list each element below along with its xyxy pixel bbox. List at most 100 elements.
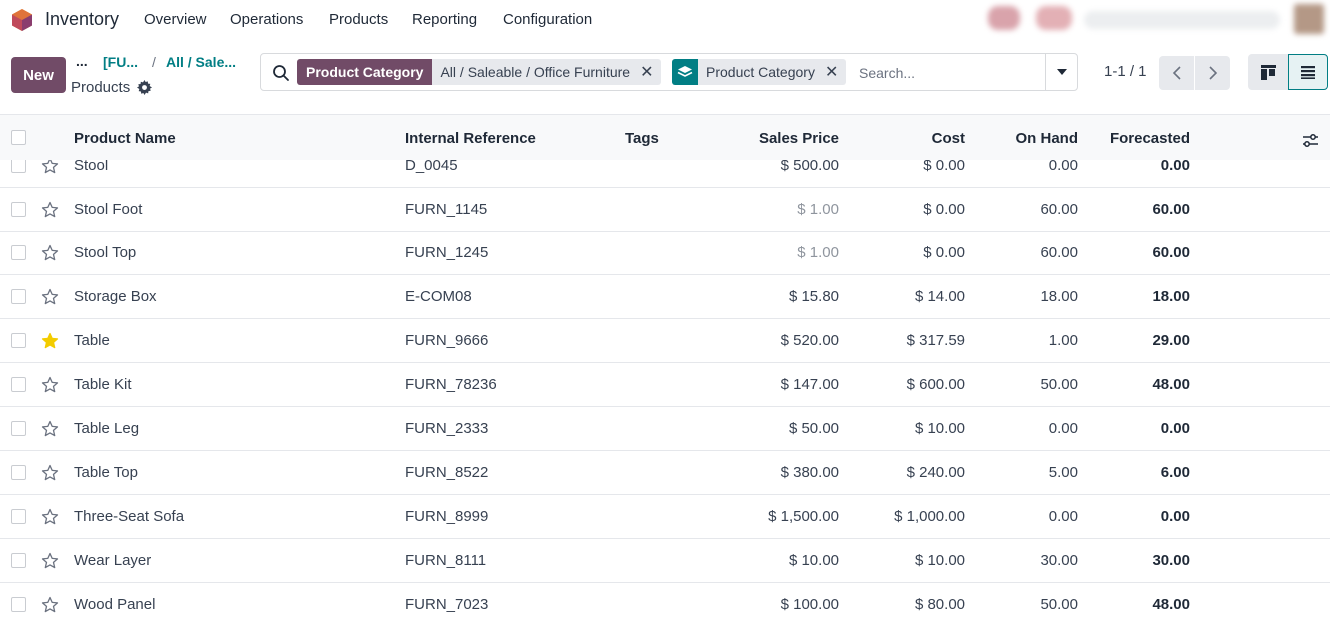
cell-sales-price: $ 1,500.00 xyxy=(768,508,839,525)
gear-icon[interactable] xyxy=(137,80,152,95)
table-row[interactable]: Stool Foot FURN_1145 $ 1.00 $ 0.00 60.00 60.0… xyxy=(0,188,1330,232)
search-input[interactable] xyxy=(859,62,1039,84)
table-row[interactable]: Table Top FURN_8522 $ 380.00 $ 240.00 5.00 6.… xyxy=(0,451,1330,495)
cell-sales-price: $ 1.00 xyxy=(797,244,839,261)
search-icon[interactable] xyxy=(272,64,290,82)
table-row[interactable]: Table Kit FURN_78236 $ 147.00 $ 600.00 50.00… xyxy=(0,363,1330,407)
star-icon[interactable] xyxy=(41,420,59,438)
remove-facet-icon[interactable]: ✕ xyxy=(825,62,838,82)
table-row[interactable]: Table FURN_9666 $ 520.00 $ 317.59 1.00 29.00 xyxy=(0,319,1330,363)
row-checkbox[interactable] xyxy=(11,597,26,612)
cell-product-name: Table Top xyxy=(74,464,138,481)
row-checkbox[interactable] xyxy=(11,245,26,260)
row-checkbox[interactable] xyxy=(11,202,26,217)
table-row[interactable]: Storage Box E-COM08 $ 15.80 $ 14.00 18.00 18.… xyxy=(0,275,1330,319)
breadcrumb-link-2[interactable]: All / Sale... xyxy=(166,54,236,70)
search-bar: Product Category All / Saleable / Office… xyxy=(260,53,1078,91)
inventory-app-icon[interactable] xyxy=(11,8,33,32)
app-name[interactable]: Inventory xyxy=(45,9,119,30)
chevron-left-icon xyxy=(1172,66,1181,80)
star-icon[interactable] xyxy=(41,201,59,219)
cell-product-name: Wood Panel xyxy=(74,596,156,613)
breadcrumb-dots[interactable]: ... xyxy=(76,53,88,69)
user-avatar[interactable] xyxy=(1294,4,1324,34)
pager-previous-button[interactable] xyxy=(1159,56,1194,90)
company-switcher[interactable] xyxy=(1084,11,1280,29)
cell-cost: $ 0.00 xyxy=(923,201,965,218)
column-on-hand[interactable]: On Hand xyxy=(1016,130,1079,147)
column-forecasted[interactable]: Forecasted xyxy=(1110,130,1190,147)
facet-value-text: All / Saleable / Office Furniture xyxy=(440,64,631,80)
cell-on-hand: 0.00 xyxy=(1048,420,1078,437)
list-view-button[interactable] xyxy=(1288,54,1328,90)
remove-facet-icon[interactable]: ✕ xyxy=(640,62,653,82)
cell-product-name: Storage Box xyxy=(74,288,157,305)
messages-icon[interactable] xyxy=(988,6,1020,30)
row-checkbox[interactable] xyxy=(11,509,26,524)
cell-sales-price: $ 1.00 xyxy=(797,201,839,218)
column-internal-reference[interactable]: Internal Reference xyxy=(405,130,536,147)
cell-forecasted: 48.00 xyxy=(1152,376,1190,393)
menu-reporting[interactable]: Reporting xyxy=(412,11,477,28)
new-button[interactable]: New xyxy=(11,57,66,93)
optional-columns-icon[interactable] xyxy=(1302,133,1319,148)
row-checkbox[interactable] xyxy=(11,377,26,392)
column-sales-price[interactable]: Sales Price xyxy=(759,130,839,147)
star-icon[interactable] xyxy=(41,160,59,175)
star-icon[interactable] xyxy=(41,596,59,614)
menu-operations[interactable]: Operations xyxy=(230,11,303,28)
table-row[interactable]: Wear Layer FURN_8111 $ 10.00 $ 10.00 30.00 30… xyxy=(0,539,1330,583)
cell-internal-reference: E-COM08 xyxy=(405,288,472,305)
activity-icon[interactable] xyxy=(1036,6,1072,30)
column-cost[interactable]: Cost xyxy=(932,130,965,147)
menu-products[interactable]: Products xyxy=(329,11,388,28)
caret-down-icon xyxy=(1056,69,1067,75)
star-icon[interactable] xyxy=(41,508,59,526)
star-icon[interactable] xyxy=(41,552,59,570)
menu-configuration[interactable]: Configuration xyxy=(503,11,592,28)
star-icon[interactable] xyxy=(41,376,59,394)
list-icon xyxy=(1301,66,1315,79)
cell-on-hand: 0.00 xyxy=(1048,160,1078,174)
facet-label: Product Category xyxy=(297,59,433,85)
menu-overview[interactable]: Overview xyxy=(144,11,207,28)
cell-forecasted: 29.00 xyxy=(1152,332,1190,349)
cell-product-name: Wear Layer xyxy=(74,552,152,569)
row-checkbox[interactable] xyxy=(11,553,26,568)
breadcrumb-link-1[interactable]: [FU... xyxy=(103,54,138,70)
star-icon[interactable] xyxy=(41,464,59,482)
cell-product-name: Stool xyxy=(74,160,109,174)
cell-cost: $ 317.59 xyxy=(906,332,965,349)
row-checkbox[interactable] xyxy=(11,289,26,304)
star-filled-icon[interactable] xyxy=(41,332,59,350)
table-row[interactable]: Table Leg FURN_2333 $ 50.00 $ 10.00 0.00 0.00 xyxy=(0,407,1330,451)
pager-value[interactable]: 1-1 / 1 xyxy=(1104,63,1147,80)
table-row[interactable]: Wood Panel FURN_7023 $ 100.00 $ 80.00 50.00 4… xyxy=(0,583,1330,624)
cell-internal-reference: FURN_8111 xyxy=(405,552,487,569)
table-row[interactable]: Three-Seat Sofa FURN_8999 $ 1,500.00 $ 1,00… xyxy=(0,495,1330,539)
cell-sales-price: $ 15.80 xyxy=(788,288,839,305)
row-checkbox[interactable] xyxy=(11,333,26,348)
kanban-view-button[interactable] xyxy=(1248,54,1288,90)
cell-cost: $ 600.00 xyxy=(906,376,965,393)
row-checkbox[interactable] xyxy=(11,160,26,173)
cell-on-hand: 18.00 xyxy=(1040,288,1078,305)
pager-next-button[interactable] xyxy=(1195,56,1230,90)
star-icon[interactable] xyxy=(41,244,59,262)
column-tags[interactable]: Tags xyxy=(625,130,659,147)
select-all-checkbox[interactable] xyxy=(11,130,26,145)
cell-cost: $ 14.00 xyxy=(914,288,965,305)
cell-on-hand: 30.00 xyxy=(1040,552,1078,569)
row-checkbox[interactable] xyxy=(11,465,26,480)
cell-product-name: Three-Seat Sofa xyxy=(74,508,185,525)
table-row[interactable]: Stool D_0045 $ 500.00 $ 0.00 0.00 0.00 xyxy=(0,160,1330,188)
cell-sales-price: $ 50.00 xyxy=(788,420,839,437)
star-icon[interactable] xyxy=(41,288,59,306)
table-row[interactable]: Stool Top FURN_1245 $ 1.00 $ 0.00 60.00 60.00 xyxy=(0,231,1330,275)
cell-product-name: Stool Top xyxy=(74,244,137,261)
search-options-toggle[interactable] xyxy=(1045,54,1077,90)
column-product-name[interactable]: Product Name xyxy=(74,130,176,147)
cell-internal-reference: FURN_2333 xyxy=(405,420,489,437)
cell-forecasted: 18.00 xyxy=(1152,288,1190,305)
row-checkbox[interactable] xyxy=(11,421,26,436)
